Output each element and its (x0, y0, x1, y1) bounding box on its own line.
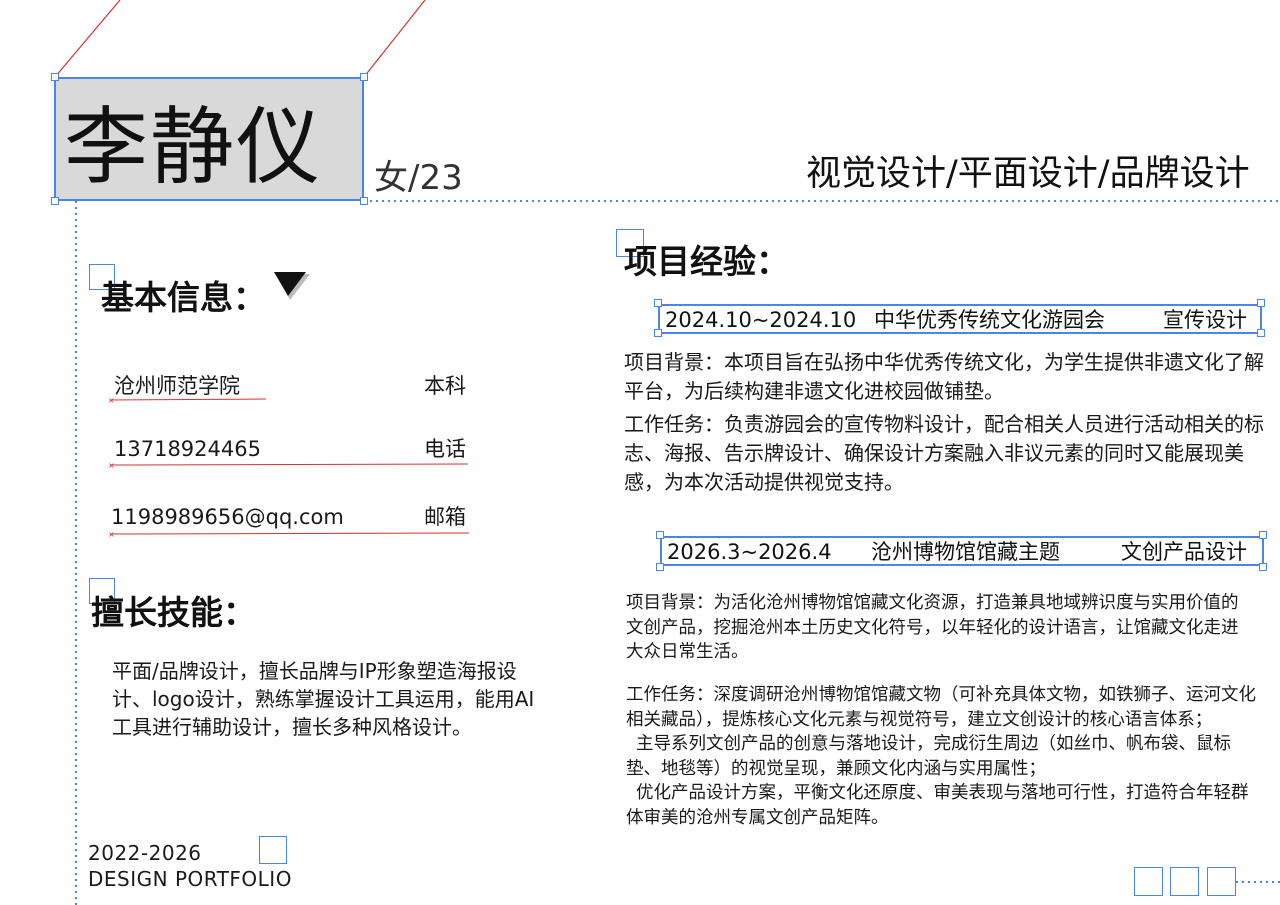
resize-handle[interactable] (1257, 299, 1265, 307)
info-degree: 本科 (424, 374, 466, 398)
project-header[interactable]: 2024.10~2024.10 中华优秀传统文化游园会 宣传设计 (658, 304, 1262, 334)
resize-handle[interactable] (1259, 531, 1267, 539)
resize-handle-br[interactable] (360, 197, 368, 205)
info-email-label: 邮箱 (424, 505, 466, 529)
resize-handle[interactable] (1257, 329, 1265, 337)
project-name: 中华优秀传统文化游园会 (874, 308, 1105, 332)
project-header[interactable]: 2026.3~2026.4 沧州博物馆馆藏主题 文创产品设计 (660, 536, 1264, 566)
project-task-line: 主导系列文创产品的创意与落地设计，完成衍生周边（如丝巾、帆布袋、鼠标垫、地毯等）… (626, 734, 1231, 779)
project-date: 2024.10~2024.10 (665, 308, 857, 332)
name-text: 李静仪 (64, 98, 323, 196)
resize-handle[interactable] (656, 563, 664, 571)
project-tasks: 工作任务：负责游园会的宣传物料设计，配合相关人员进行活动相关的标志、海报、告示牌… (624, 412, 1264, 494)
frame-marker[interactable] (1207, 867, 1236, 896)
frame-marker[interactable] (1170, 867, 1199, 896)
project-background: 项目背景：为活化沧州博物馆馆藏文化资源，打造兼具地域辨识度与实用价值的文创产品，… (626, 593, 1239, 662)
hanging-string-right (363, 0, 426, 78)
resize-handle[interactable] (654, 329, 662, 337)
skills-title: 擅长技能： (91, 593, 256, 632)
info-school: 沧州师范学院 (114, 374, 240, 398)
svg-text:×: × (108, 530, 115, 539)
cursor-arrow-icon (274, 272, 310, 300)
project-task-line: 工作任务：深度调研沧州博物馆馆藏文物（可补充具体文物，如铁狮子、运河文化相关藏品… (626, 685, 1256, 730)
hanging-string-left (54, 0, 121, 78)
resize-handle-bl[interactable] (51, 197, 59, 205)
frame-marker[interactable] (1134, 867, 1163, 896)
skills-text: 平面/品牌设计，擅长品牌与IP形象塑造海报设计、logo设计，熟练掌握设计工具运… (112, 659, 535, 739)
info-underline-3 (109, 532, 470, 535)
resize-handle[interactable] (654, 299, 662, 307)
resize-handle[interactable] (1259, 563, 1267, 571)
role-title: 视觉设计/平面设计/品牌设计 (806, 154, 1250, 194)
resize-handle-tr[interactable] (360, 73, 368, 81)
projects-title: 项目经验： (624, 242, 789, 281)
resize-handle-tl[interactable] (51, 73, 59, 81)
project-background: 项目背景：本项目旨在弘扬中华优秀传统文化，为学生提供非遗文化了解平台，为后续构建… (624, 350, 1264, 403)
project-task-line: 优化产品设计方案，平衡文化还原度、审美表现与落地可行性，打造符合年轻群体审美的沧… (626, 783, 1249, 828)
project-role: 文创产品设计 (1121, 540, 1247, 564)
resize-handle[interactable] (656, 531, 664, 539)
footer-label: DESIGN PORTFOLIO (88, 867, 292, 891)
footer-years: 2022-2026 (88, 841, 202, 865)
project-date: 2026.3~2026.4 (667, 540, 832, 564)
project-name: 沧州博物馆馆藏主题 (871, 540, 1060, 564)
project-tasks: 工作任务：深度调研沧州博物馆馆藏文物（可补充具体文物，如铁狮子、运河文化相关藏品… (626, 683, 1256, 830)
frame-marker[interactable] (259, 836, 287, 864)
gender-age: 女/23 (374, 158, 463, 198)
project-role: 宣传设计 (1163, 308, 1247, 332)
info-phone-label: 电话 (424, 437, 466, 461)
info-underline-2 (109, 463, 469, 466)
info-phone: 13718924465 (114, 437, 261, 461)
info-email: 1198989656@qq.com (111, 505, 344, 529)
basic-info-title: 基本信息： (101, 278, 266, 317)
